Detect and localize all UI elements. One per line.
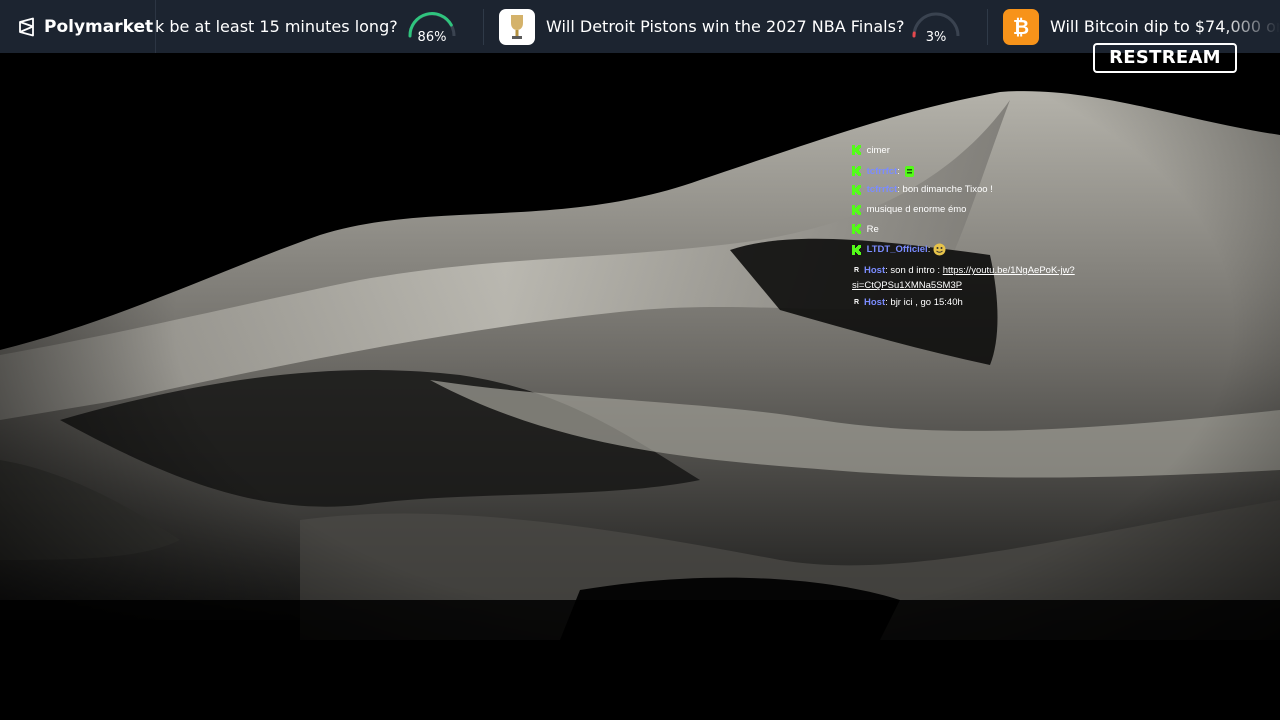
chat-message: R Host: bjr ici , go 15:40h [853,297,963,309]
chat-text: Re [866,223,879,235]
chat-overlay: cimer tcfrrfct: tcfrrfct: bon dimanche T… [852,145,1122,317]
kick-icon [852,204,861,215]
ticker-market-item[interactable]: Will Detroit Pistons win the 2027 NBA Fi… [546,0,904,53]
trophy-icon [499,9,535,45]
svg-text:₿: ₿ [1013,15,1029,39]
chat-text: son d intro : [890,265,943,277]
chat-username[interactable]: Host [864,265,885,276]
restream-icon: R [853,299,860,307]
polymarket-ticker-bar: Polymarket k be at least 15 minutes long… [0,0,1280,53]
chat-text: cimer [866,145,890,156]
restream-icon: R [853,267,860,275]
chat-username[interactable]: tcfrrfct [867,166,898,177]
kick-icon [852,244,861,255]
chat-message: R Host: son d intro : https://youtu.be/1N… [852,265,1075,292]
chat-username[interactable]: tcfrrfct [867,184,898,195]
chat-username[interactable]: LTDT_Officiel [867,244,928,255]
bitcoin-icon: ₿ [1003,9,1039,45]
chat-message: LTDT_Officiel: [852,243,1122,263]
ticker-market-item[interactable]: k be at least 15 minutes long? [155,0,398,53]
market-odds-percent: 3% [925,30,947,45]
chat-message: Re [852,224,1122,244]
desert-dunes-background [0,0,1280,720]
smile-emote-icon [933,243,946,256]
kick-icon [852,184,861,195]
chat-message: musique d enorme émo [852,204,1122,224]
market-odds-gauge: 86% [406,8,458,45]
chat-message: tcfrrfct: bon dimanche Tixoo ! [852,184,1122,204]
chat-message: tcfrrfct: [852,165,1122,185]
chat-text: bon dimanche Tixoo ! [902,184,993,196]
chat-text: bjr ici , go 15:40h [890,297,963,309]
chat-username[interactable]: Host [864,297,885,308]
chat-message: cimer [852,145,1122,165]
kick-icon [852,145,861,156]
polymarket-logo-icon [19,17,34,36]
restream-logo: RESTREAM [1093,43,1237,73]
market-odds-percent: 86% [417,30,447,45]
market-question: k be at least 15 minutes long? [155,17,398,36]
brand-name: Polymarket [44,16,154,37]
kick-icon [852,166,861,177]
polymarket-brand[interactable]: Polymarket [0,0,156,53]
chat-text: musique d enorme émo [866,204,967,216]
market-odds-gauge: 3% [910,8,962,45]
ticker-divider [987,9,988,45]
green-emote-icon [904,165,914,177]
market-question: Will Detroit Pistons win the 2027 NBA Fi… [546,17,905,36]
ticker-divider [483,9,484,45]
kick-icon [852,224,861,235]
